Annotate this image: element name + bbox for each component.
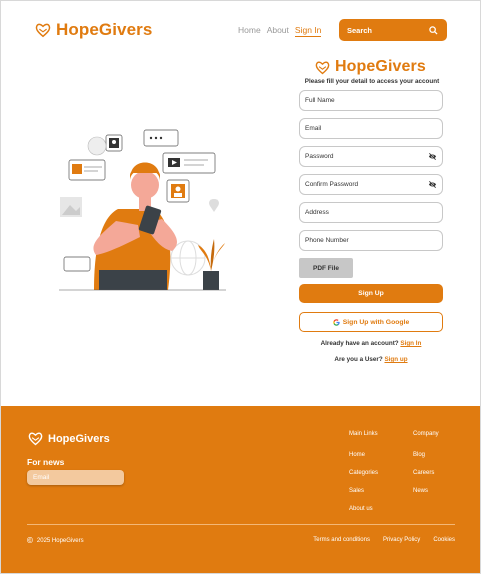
- footer-col-heading: Main Links: [349, 431, 378, 437]
- copyright-icon: ©: [27, 536, 33, 545]
- password-input[interactable]: [305, 153, 428, 160]
- footer-main-links: Main Links Home Categories Sales About u…: [349, 431, 378, 524]
- search-icon[interactable]: [429, 25, 438, 35]
- hands-heart-icon: [28, 432, 43, 446]
- email-field: [299, 118, 443, 139]
- footer-col-heading: Company: [413, 431, 439, 437]
- eye-slash-icon[interactable]: [428, 152, 437, 161]
- footer-logo[interactable]: HopeGivers: [27, 430, 110, 447]
- footer-link-careers[interactable]: Careers: [413, 470, 439, 476]
- footer-company-links: Company Blog Careers News: [413, 431, 439, 506]
- footer-legal-links: Terms and conditions Privacy Policy Cook…: [313, 537, 455, 543]
- hero-illustration: [59, 129, 226, 291]
- full-name-input[interactable]: [305, 97, 437, 104]
- footer-news-title: For news: [27, 457, 65, 467]
- footer-link-categories[interactable]: Categories: [349, 470, 378, 476]
- form-subtitle: Please fill your detail to access your a…: [304, 78, 440, 85]
- footer-copyright: © 2025 HopeGivers: [27, 536, 84, 545]
- have-account-text: Already have an account?: [320, 340, 399, 347]
- nav-about[interactable]: About: [267, 25, 289, 37]
- nav-home[interactable]: Home: [238, 25, 261, 37]
- footer-link-about-us[interactable]: About us: [349, 506, 378, 512]
- form-logo: HopeGivers: [314, 58, 426, 76]
- confirm-password-field: [299, 174, 443, 195]
- footer-link-news[interactable]: News: [413, 488, 439, 494]
- terms-link[interactable]: Terms and conditions: [313, 537, 370, 543]
- user-signup-line: Are you a User? Sign up: [299, 356, 443, 363]
- form-title: HopeGivers: [335, 58, 426, 75]
- user-sign-up-link[interactable]: Sign up: [384, 356, 407, 363]
- address-field: [299, 202, 443, 223]
- eye-slash-icon[interactable]: [428, 180, 437, 189]
- footer-brand-name: HopeGivers: [48, 432, 110, 445]
- confirm-password-input[interactable]: [305, 181, 428, 188]
- cookies-link[interactable]: Cookies: [433, 537, 455, 543]
- header-brand-name: HopeGivers: [56, 20, 153, 39]
- google-sign-up-button[interactable]: Sign Up with Google: [299, 312, 443, 332]
- header-logo[interactable]: HopeGivers: [34, 20, 152, 40]
- copyright-text: 2025 HopeGivers: [36, 537, 84, 544]
- search-input[interactable]: [347, 25, 417, 35]
- footer-link-sales[interactable]: Sales: [349, 488, 378, 494]
- google-button-label: Sign Up with Google: [342, 318, 410, 326]
- sign-in-link[interactable]: Sign In: [400, 340, 421, 347]
- nav-sign-in[interactable]: Sign In: [294, 25, 322, 37]
- footer-email-input[interactable]: [33, 474, 118, 481]
- plant-decoration: [198, 239, 225, 290]
- search-bar: [339, 19, 447, 41]
- header-nav: Home About Sign In: [238, 25, 322, 37]
- address-input[interactable]: [305, 209, 437, 216]
- phone-field: [299, 230, 443, 251]
- are-user-text: Are you a User?: [334, 356, 383, 363]
- sign-up-button[interactable]: Sign Up: [299, 284, 443, 303]
- google-icon: [333, 318, 340, 326]
- footer-divider: [27, 524, 455, 525]
- have-account-line: Already have an account? Sign In: [299, 340, 443, 347]
- footer-email-field: [27, 470, 124, 485]
- hands-heart-icon: [35, 23, 51, 38]
- privacy-link[interactable]: Privacy Policy: [383, 537, 420, 543]
- email-input[interactable]: [305, 125, 437, 132]
- pdf-file-button[interactable]: PDF File: [299, 258, 353, 278]
- hands-heart-icon: [315, 61, 330, 74]
- footer: HopeGivers For news Main Links Home Cate…: [1, 406, 480, 573]
- full-name-field: [299, 90, 443, 111]
- phone-input[interactable]: [305, 237, 437, 244]
- footer-link-home[interactable]: Home: [349, 452, 378, 458]
- password-field: [299, 146, 443, 167]
- footer-link-blog[interactable]: Blog: [413, 452, 439, 458]
